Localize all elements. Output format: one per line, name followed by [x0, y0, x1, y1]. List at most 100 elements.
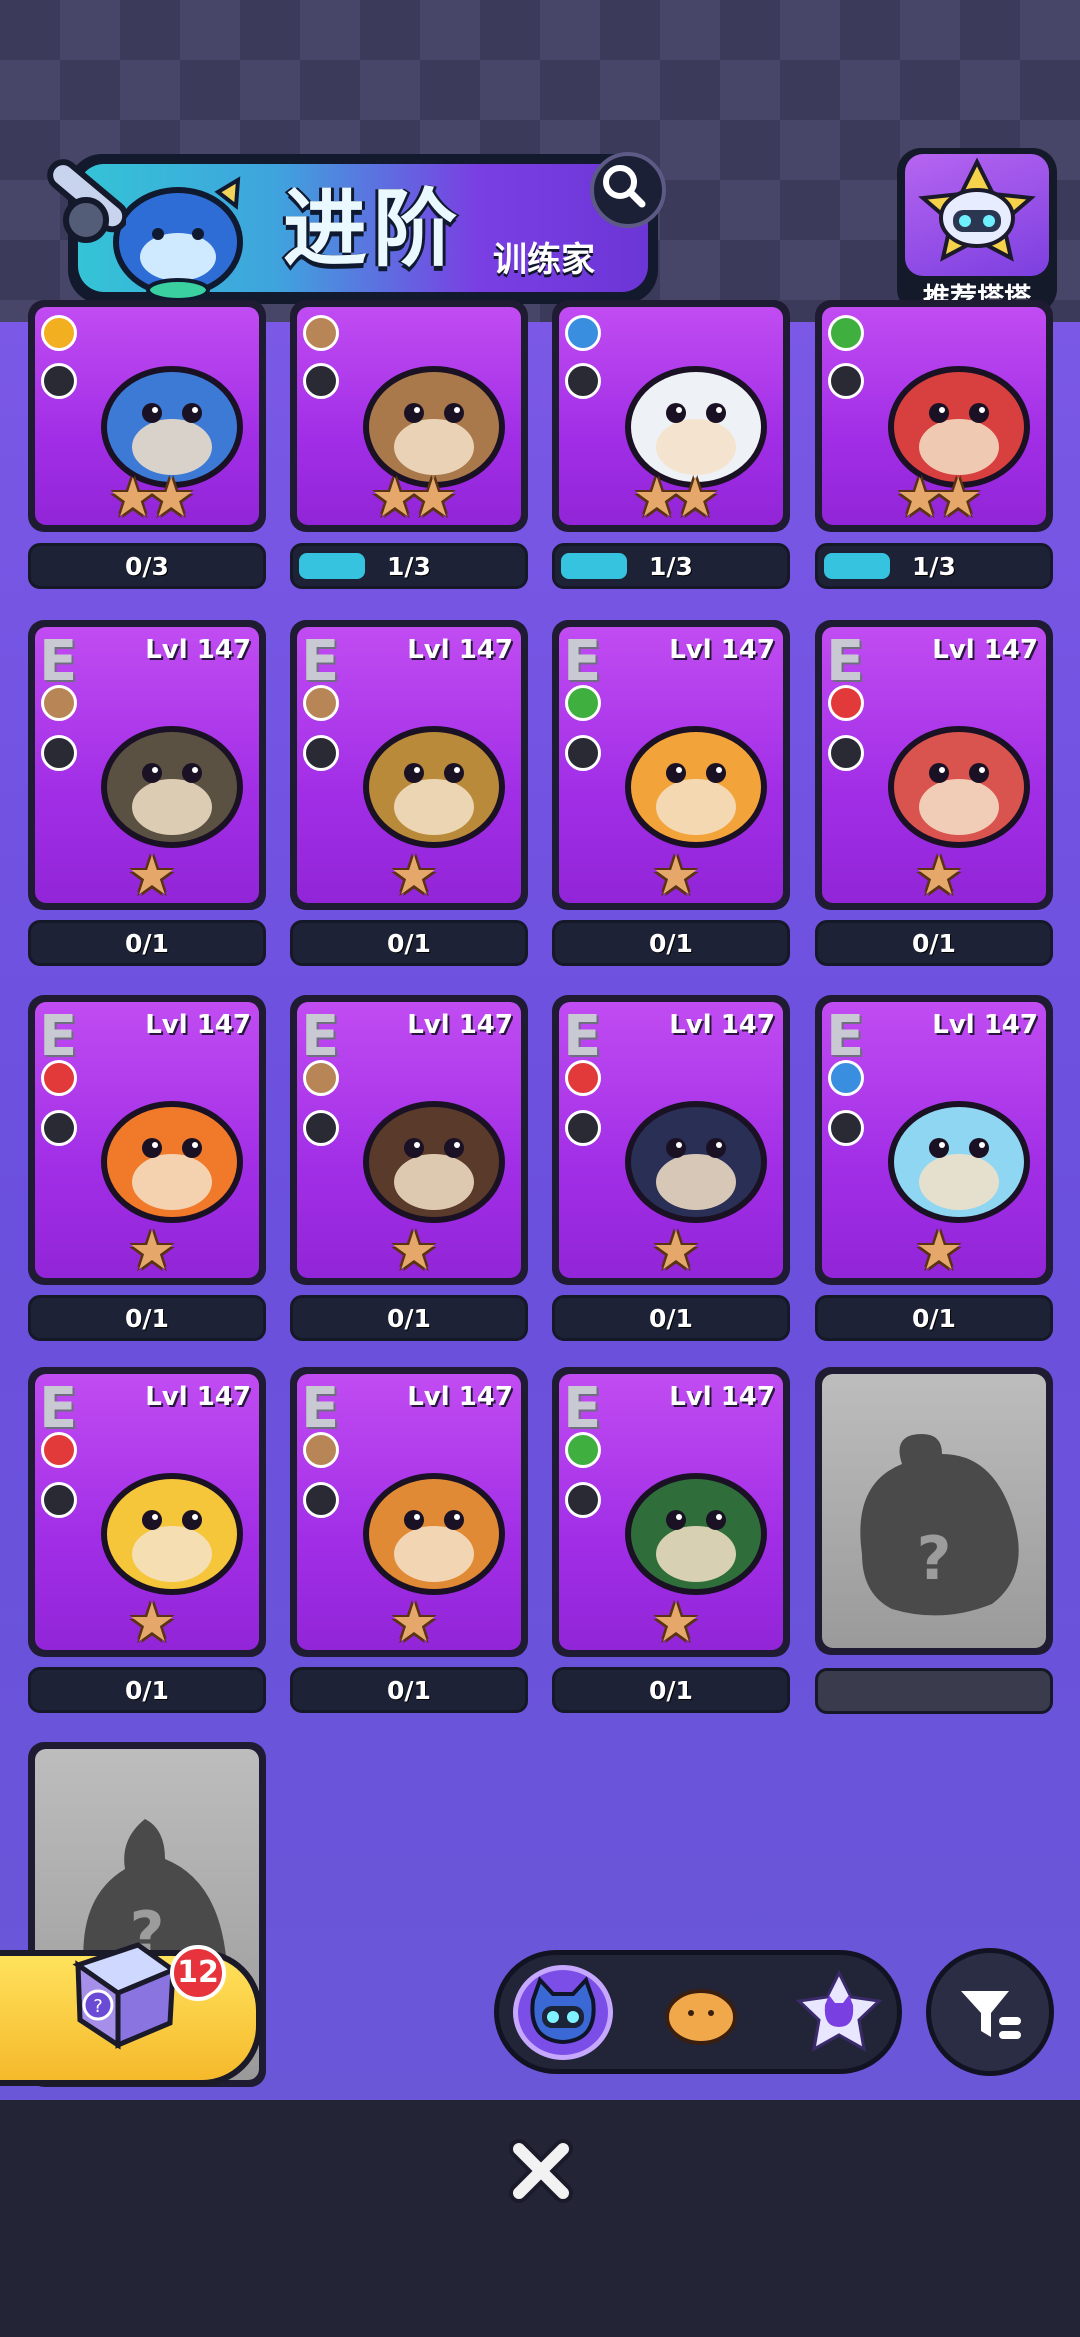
star-rating: ★ [389, 1591, 438, 1650]
progress-bar: 0/1 [290, 1667, 528, 1713]
element-earth-icon [303, 1060, 339, 1096]
monster-card[interactable]: ★★ [28, 300, 266, 532]
tab-bread[interactable] [651, 1965, 751, 2060]
sword-icon [303, 1110, 339, 1146]
star-rating: ★ [127, 1591, 176, 1650]
shield-icon [565, 363, 601, 399]
progress-text: 0/1 [649, 929, 693, 958]
element-water-icon [565, 315, 601, 351]
category-tabbar [494, 1950, 902, 2074]
locked-card[interactable]: ? [815, 1367, 1053, 1655]
creature-icon [625, 1473, 767, 1595]
progress-bar: 1/3 [815, 543, 1053, 589]
robot-cat-icon [918, 157, 1036, 262]
progress-bar: 0/1 [28, 1667, 266, 1713]
monster-card[interactable]: E Lvl 147 ★ [815, 995, 1053, 1285]
creature-icon [625, 726, 767, 848]
element-grass-icon [565, 1432, 601, 1468]
progress-bar: 1/3 [290, 543, 528, 589]
kick-icon [303, 1482, 339, 1518]
monster-card[interactable]: E Lvl 147 ★ [28, 620, 266, 910]
element-water-icon [828, 1060, 864, 1096]
filter-button[interactable] [926, 1948, 1054, 2076]
element-earth-icon [303, 1432, 339, 1468]
monster-card[interactable]: E Lvl 147 ★ [552, 1367, 790, 1657]
plus-icon [565, 735, 601, 771]
progress-text: 0/1 [649, 1304, 693, 1333]
creature-icon [888, 726, 1030, 848]
element-fire-icon [41, 1432, 77, 1468]
star-rating: ★★ [895, 466, 983, 525]
progress-text: 0/3 [125, 552, 169, 581]
tab-star-cat[interactable] [789, 1965, 889, 2060]
creature-icon [363, 1101, 505, 1223]
progress-bar: 0/1 [815, 1295, 1053, 1341]
level-label: Lvl 147 [669, 1010, 775, 1040]
progress-bar: 0/1 [28, 920, 266, 966]
level-label: Lvl 147 [145, 1010, 251, 1040]
level-label: Lvl 147 [145, 1382, 251, 1412]
star-rating: ★ [127, 1219, 176, 1278]
monster-card[interactable]: ★★ [815, 300, 1053, 532]
progress-text: 0/1 [649, 1676, 693, 1705]
monster-card[interactable]: ★★ [290, 300, 528, 532]
search-button[interactable] [590, 152, 666, 228]
progress-text: 1/3 [649, 552, 693, 581]
header-banner: 进阶 训练家 [28, 150, 658, 306]
progress-bar: 0/1 [28, 1295, 266, 1341]
element-grass-icon [565, 685, 601, 721]
element-grass-icon [828, 315, 864, 351]
shield-icon [303, 363, 339, 399]
sword-icon [828, 363, 864, 399]
kick-icon [41, 735, 77, 771]
potion-icon [565, 1482, 601, 1518]
star-rating: ★ [389, 1219, 438, 1278]
level-label: Lvl 147 [407, 1010, 513, 1040]
search-icon [603, 165, 646, 208]
progress-bar: 0/1 [815, 920, 1053, 966]
cat-icon [530, 1976, 596, 2045]
monster-card[interactable]: E Lvl 147 ★ [552, 995, 790, 1285]
star-rating: ★ [914, 844, 963, 903]
tab-cat[interactable] [513, 1965, 613, 2060]
monster-card[interactable]: ★★ [552, 300, 790, 532]
filter-icon [961, 1991, 1021, 2039]
star-rating: ★ [651, 844, 700, 903]
level-label: Lvl 147 [145, 635, 251, 665]
element-earth-icon [303, 685, 339, 721]
monster-card[interactable]: E Lvl 147 ★ [552, 620, 790, 910]
monster-card[interactable]: E Lvl 147 ★ [28, 995, 266, 1285]
monster-card[interactable]: E Lvl 147 ★ [28, 1367, 266, 1657]
level-label: Lvl 147 [407, 635, 513, 665]
progress-bar: 0/1 [290, 920, 528, 966]
element-earth-icon [41, 685, 77, 721]
progress-text: 0/1 [912, 1304, 956, 1333]
star-rating: ★★ [632, 466, 720, 525]
monster-card[interactable]: E Lvl 147 ★ [815, 620, 1053, 910]
creature-icon [363, 726, 505, 848]
wand-icon [47, 159, 126, 243]
progress-text: 0/1 [125, 1304, 169, 1333]
progress-bar-empty [815, 1668, 1053, 1714]
recommend-button[interactable]: 推荐塔塔 [897, 148, 1057, 314]
creature-icon [101, 726, 243, 848]
creature-icon [363, 1473, 505, 1595]
creature-icon [101, 1473, 243, 1595]
monster-card[interactable]: E Lvl 147 ★ [290, 620, 528, 910]
close-icon[interactable] [505, 2135, 577, 2207]
silhouette-icon [860, 1434, 1019, 1616]
progress-text: 0/1 [125, 1676, 169, 1705]
creature-icon [625, 1101, 767, 1223]
potion-icon [828, 1110, 864, 1146]
bread-icon [665, 1989, 737, 2045]
star-rating: ★ [127, 844, 176, 903]
kick-icon [303, 735, 339, 771]
monster-card[interactable]: E Lvl 147 ★ [290, 995, 528, 1285]
star-rating: ★ [389, 844, 438, 903]
star-rating: ★ [651, 1219, 700, 1278]
element-fire-icon [41, 1060, 77, 1096]
progress-text: 0/1 [387, 929, 431, 958]
monster-card[interactable]: E Lvl 147 ★ [290, 1367, 528, 1657]
progress-bar: 1/3 [552, 543, 790, 589]
star-cat-icon [795, 1969, 883, 2052]
